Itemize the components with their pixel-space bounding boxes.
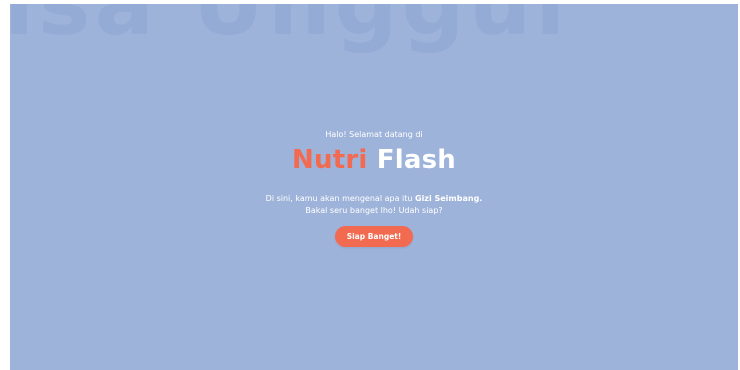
description-line-1-text: Di sini, kamu akan mengenal apa itu <box>265 194 413 203</box>
page: isa Unggul Halo! Selamat datang di Nutri… <box>0 0 740 370</box>
description-highlight: Gizi Seimbang. <box>415 194 483 203</box>
brand-title: Nutri Flash <box>10 143 738 177</box>
start-button[interactable]: Siap Banget! <box>334 226 414 247</box>
greeting-text: Halo! Selamat datang di <box>325 130 423 139</box>
brand-title-flash: Flash <box>376 145 456 175</box>
description-line-2: Bakal seru banget lho! Udah siap? <box>305 206 443 215</box>
hero-content: Halo! Selamat datang di Nutri Flash Di s… <box>10 130 738 247</box>
description: Di sini, kamu akan mengenal apa itu Gizi… <box>10 193 738 217</box>
hero-panel: isa Unggul Halo! Selamat datang di Nutri… <box>10 4 738 370</box>
description-line-1: Di sini, kamu akan mengenal apa itu Gizi… <box>10 193 738 205</box>
background-watermark-text: isa Unggul <box>10 4 569 55</box>
brand-title-nutri: Nutri <box>292 145 368 175</box>
